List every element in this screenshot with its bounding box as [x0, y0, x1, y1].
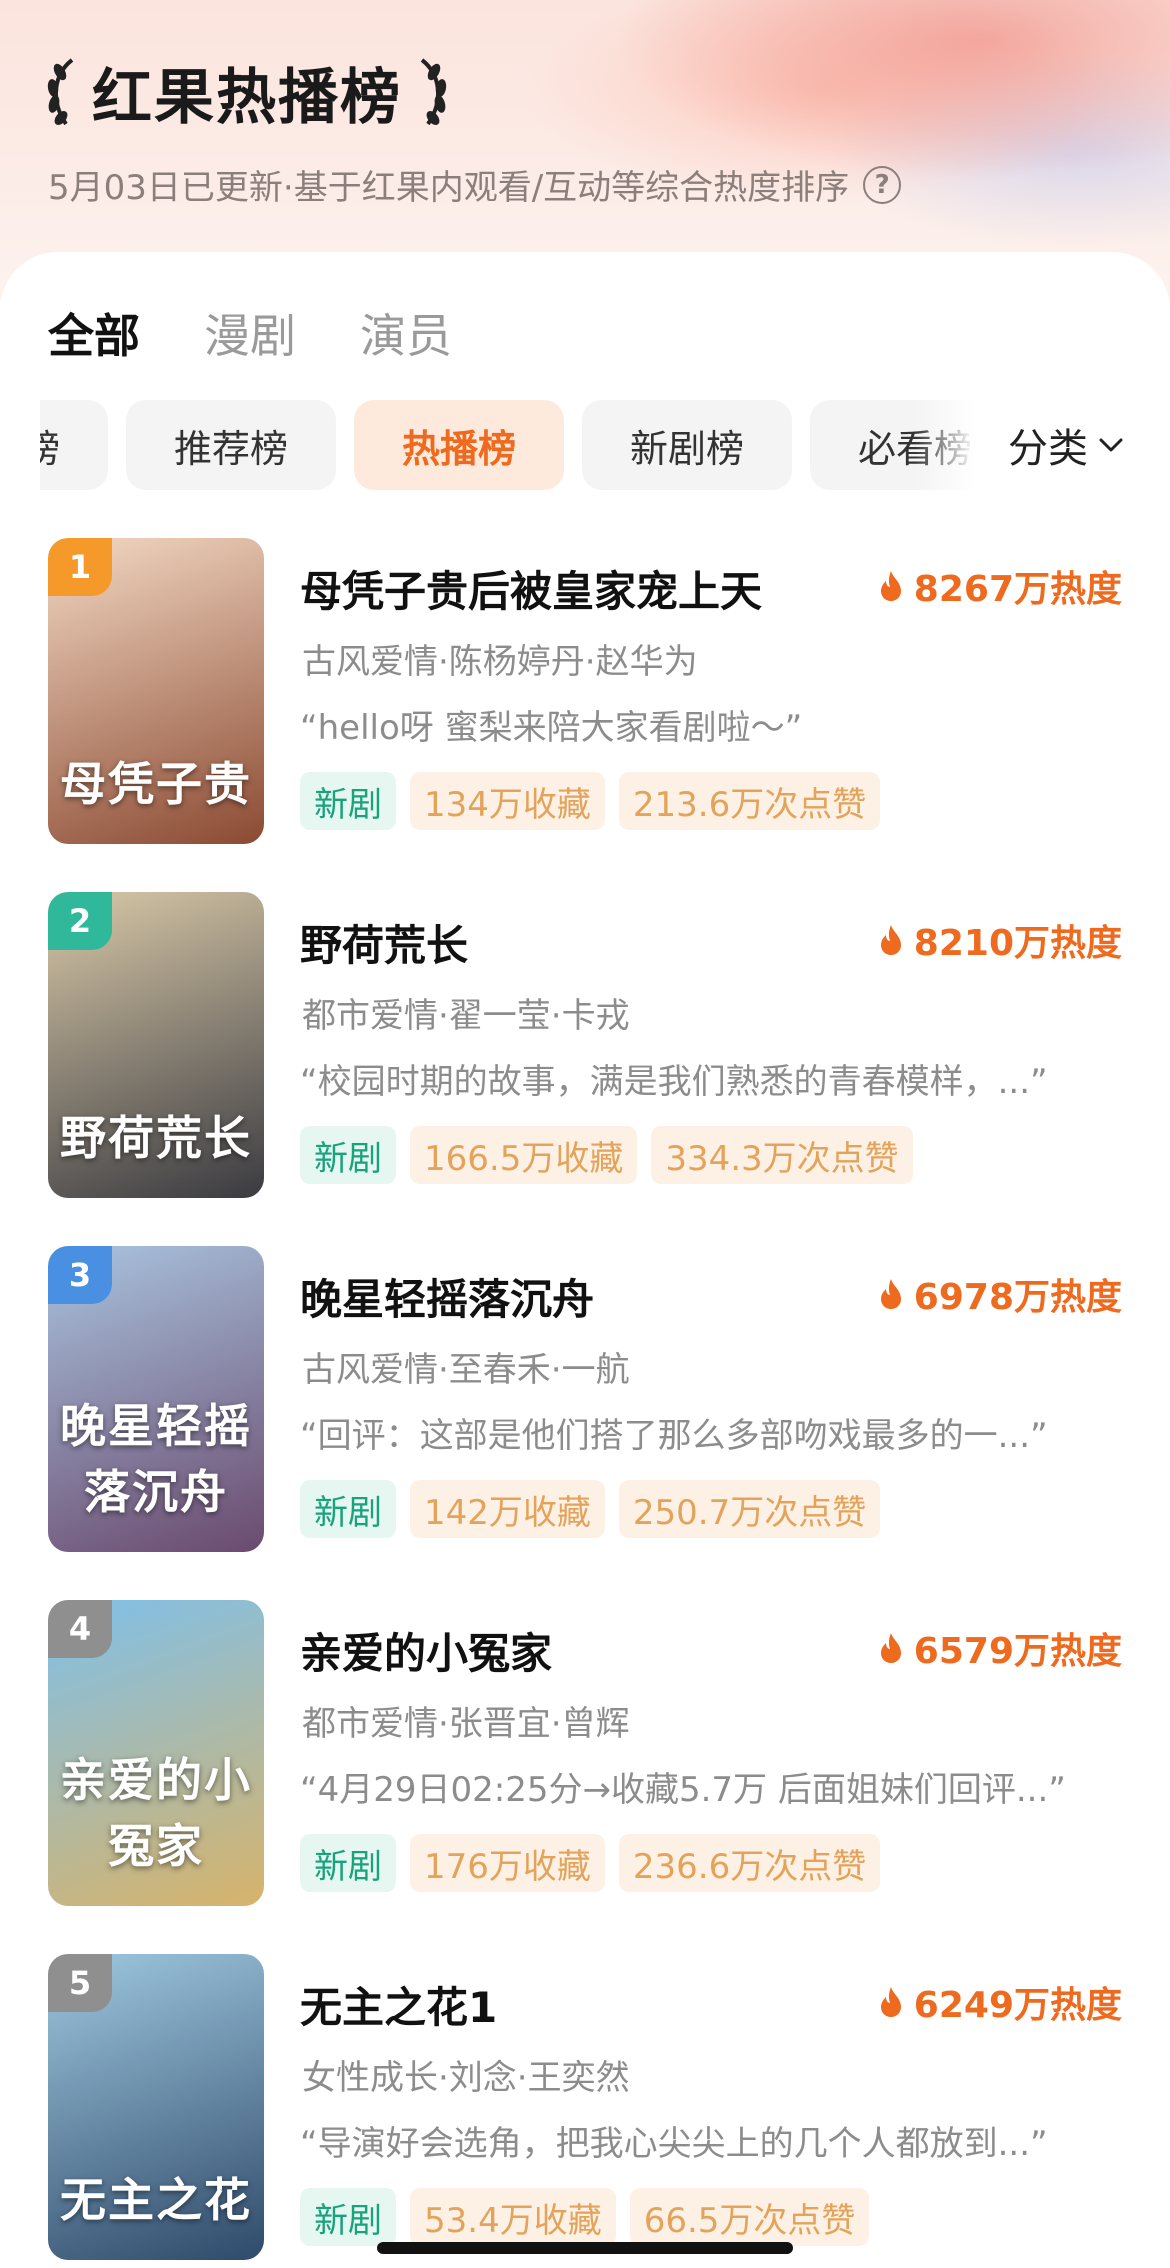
- flame-icon: [880, 1633, 901, 1663]
- chip-hot-list[interactable]: 热播榜: [354, 400, 564, 490]
- new-drama-tag: 新剧: [300, 1126, 396, 1184]
- drama-poster[interactable]: 3 晚星轻摇落沉舟: [48, 1246, 264, 1552]
- likes-count-tag: 334.3万次点赞: [651, 1126, 913, 1184]
- drama-poster[interactable]: 2 野荷荒长: [48, 892, 264, 1198]
- favorites-count-tag: 176万收藏: [410, 1834, 605, 1892]
- drama-genre-cast: 女性成长·刘念·王奕然: [302, 2058, 630, 2098]
- likes-count-tag: 236.6万次点赞: [618, 1834, 881, 1892]
- laurel-right-icon: [420, 58, 447, 126]
- flame-icon: [880, 1279, 901, 1309]
- heat-value: 6579万热度: [913, 1631, 1122, 1672]
- new-drama-tag: 新剧: [300, 1834, 396, 1892]
- rank-badge: 5: [48, 1954, 112, 2012]
- ranking-item[interactable]: 1 母凭子贵 母凭子贵后被皇家宠上天 8267万热度 古风爱情·陈杨婷丹·赵华为…: [0, 538, 1170, 892]
- drama-review-quote: “校园时期的故事，满是我们熟悉的青春模样，...”: [300, 1062, 1048, 1102]
- ranking-chips-scroller[interactable]: 口碑榜 推荐榜 热播榜 新剧榜 必看榜: [40, 400, 975, 492]
- drama-title[interactable]: 野荷荒长: [300, 912, 468, 973]
- heat-value: 8210万热度: [913, 923, 1122, 964]
- likes-count-tag: 66.5万次点赞: [629, 2188, 870, 2246]
- drama-genre-cast: 古风爱情·陈杨婷丹·赵华为: [302, 642, 698, 682]
- drama-tags: 新剧 142万收藏 250.7万次点赞: [300, 1480, 894, 1538]
- drama-tags: 新剧 176万收藏 236.6万次点赞: [300, 1834, 894, 1892]
- home-indicator[interactable]: [377, 2242, 793, 2254]
- drama-poster[interactable]: 1 母凭子贵: [48, 538, 264, 844]
- rank-badge: 4: [48, 1600, 112, 1658]
- poster-title-art: 亲爱的小冤家: [60, 1753, 252, 1873]
- rank-badge: 3: [48, 1246, 112, 1304]
- rank-badge: 2: [48, 892, 112, 950]
- chips-fade: [915, 400, 975, 492]
- page-title-row: 红果热播榜: [44, 52, 450, 133]
- favorites-count-tag: 142万收藏: [410, 1480, 605, 1538]
- page-title: 红果热播榜: [92, 62, 402, 133]
- likes-count-tag: 250.7万次点赞: [618, 1480, 881, 1538]
- rank-badge: 1: [48, 538, 112, 596]
- top-tabs: 全部 漫剧 演员: [48, 300, 516, 366]
- chevron-down-icon: [1099, 438, 1123, 452]
- drama-title[interactable]: 晚星轻摇落沉舟: [300, 1266, 594, 1327]
- favorites-count-tag: 166.5万收藏: [410, 1126, 638, 1184]
- chip-recommend-list[interactable]: 推荐榜: [126, 400, 336, 490]
- heat-value: 6249万热度: [913, 1985, 1122, 2026]
- poster-title-art: 野荷荒长: [60, 1111, 252, 1165]
- heat-value: 8267万热度: [913, 569, 1122, 610]
- flame-icon: [880, 1987, 901, 2017]
- ranking-item[interactable]: 3 晚星轻摇落沉舟 晚星轻摇落沉舟 6978万热度 古风爱情·至春禾·一航 “回…: [0, 1246, 1170, 1600]
- drama-review-quote: “回评：这部是他们搭了那么多部吻戏最多的一...”: [300, 1416, 1048, 1456]
- ranking-item[interactable]: 5 无主之花 无主之花1 6249万热度 女性成长·刘念·王奕然 “导演好会选角…: [0, 1954, 1170, 2268]
- drama-title[interactable]: 亲爱的小冤家: [300, 1620, 552, 1681]
- laurel-left-icon: [47, 58, 74, 126]
- flame-icon: [880, 925, 901, 955]
- heat-score: 8267万热度: [878, 560, 1122, 612]
- drama-poster[interactable]: 4 亲爱的小冤家: [48, 1600, 264, 1906]
- likes-count-tag: 213.6万次点赞: [618, 772, 881, 830]
- drama-review-quote: “hello呀 蜜梨来陪大家看剧啦～”: [300, 708, 803, 748]
- subtitle-row: 5月03日已更新·基于红果内观看/互动等综合热度排序 ?: [48, 160, 902, 209]
- heat-score: 6579万热度: [878, 1622, 1122, 1674]
- drama-genre-cast: 都市爱情·翟一莹·卡戎: [302, 996, 630, 1036]
- drama-ranking-list: 1 母凭子贵 母凭子贵后被皇家宠上天 8267万热度 古风爱情·陈杨婷丹·赵华为…: [0, 538, 1170, 2268]
- heat-value: 6978万热度: [913, 1277, 1122, 1318]
- heat-score: 6978万热度: [878, 1268, 1122, 1320]
- drama-review-quote: “导演好会选角，把我心尖尖上的几个人都放到...”: [300, 2124, 1048, 2164]
- ranking-item[interactable]: 4 亲爱的小冤家 亲爱的小冤家 6579万热度 都市爱情·张晋宜·曾辉 “4月2…: [0, 1600, 1170, 1954]
- chip-new-list[interactable]: 新剧榜: [582, 400, 792, 490]
- drama-genre-cast: 古风爱情·至春禾·一航: [302, 1350, 630, 1390]
- drama-title[interactable]: 无主之花1: [300, 1974, 497, 2035]
- poster-title-art: 无主之花: [60, 2173, 252, 2227]
- drama-title[interactable]: 母凭子贵后被皇家宠上天: [300, 558, 762, 619]
- tab-all[interactable]: 全部: [48, 300, 140, 366]
- poster-title-art: 母凭子贵: [60, 757, 252, 811]
- new-drama-tag: 新剧: [300, 2188, 396, 2246]
- tab-comic-drama[interactable]: 漫剧: [204, 300, 296, 366]
- new-drama-tag: 新剧: [300, 772, 396, 830]
- poster-title-art: 晚星轻摇落沉舟: [60, 1399, 252, 1519]
- drama-review-quote: “4月29日02:25分→收藏5.7万 后面姐妹们回评...”: [300, 1770, 1066, 1810]
- ranking-item[interactable]: 2 野荷荒长 野荷荒长 8210万热度 都市爱情·翟一莹·卡戎 “校园时期的故事…: [0, 892, 1170, 1246]
- drama-tags: 新剧 53.4万收藏 66.5万次点赞: [300, 2188, 883, 2246]
- new-drama-tag: 新剧: [300, 1480, 396, 1538]
- flame-icon: [880, 571, 901, 601]
- drama-genre-cast: 都市爱情·张晋宜·曾辉: [302, 1704, 630, 1744]
- favorites-count-tag: 53.4万收藏: [410, 2188, 616, 2246]
- heat-score: 6249万热度: [878, 1976, 1122, 2028]
- drama-tags: 新剧 134万收藏 213.6万次点赞: [300, 772, 894, 830]
- help-icon[interactable]: ?: [863, 165, 902, 204]
- chip-reputation-list[interactable]: 口碑榜: [40, 400, 108, 490]
- tab-actors[interactable]: 演员: [360, 300, 452, 366]
- category-label: 分类: [1008, 426, 1088, 472]
- heat-score: 8210万热度: [878, 914, 1122, 966]
- update-subtitle: 5月03日已更新·基于红果内观看/互动等综合热度排序: [48, 168, 850, 208]
- drama-tags: 新剧 166.5万收藏 334.3万次点赞: [300, 1126, 927, 1184]
- drama-poster[interactable]: 5 无主之花: [48, 1954, 264, 2260]
- category-filter-button[interactable]: 分类: [1008, 416, 1124, 474]
- favorites-count-tag: 134万收藏: [410, 772, 605, 830]
